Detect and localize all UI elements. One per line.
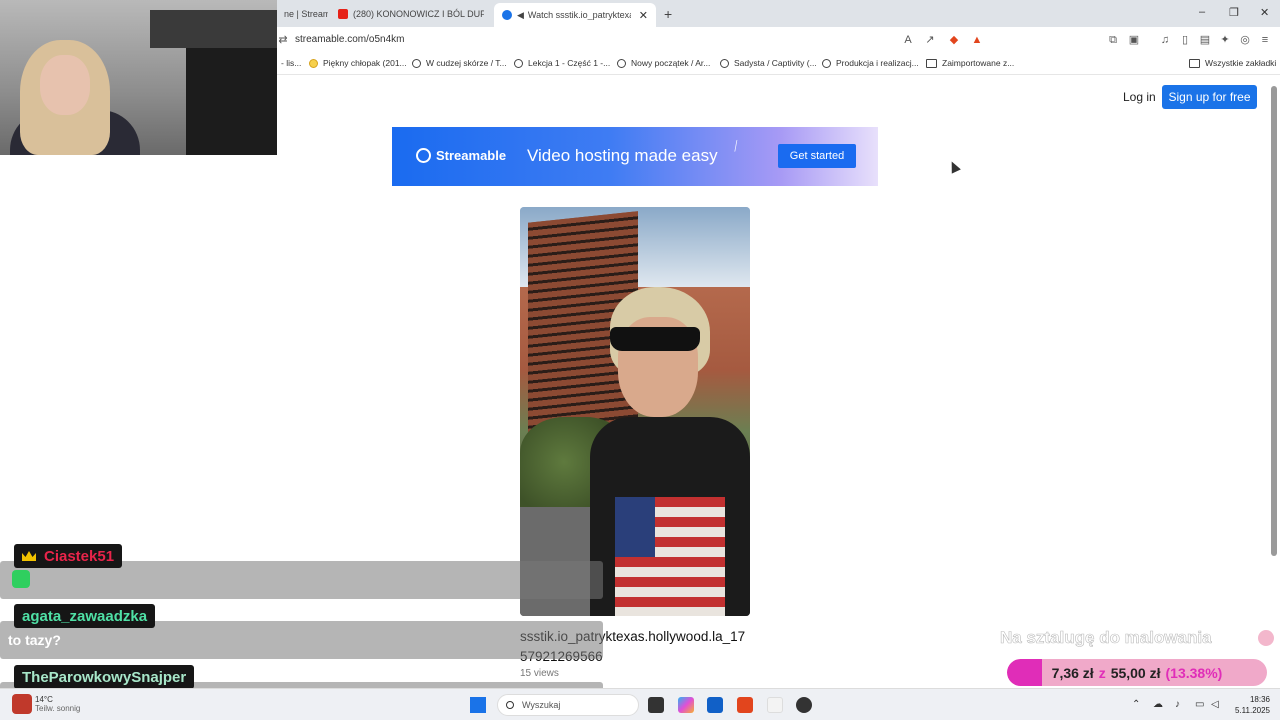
sidebar-icon[interactable]: ▯	[1178, 33, 1192, 47]
donation-progress-label: 7,36 zł z 55,00 zł (13.38%)	[1051, 664, 1223, 681]
wallet-icon[interactable]: ▤	[1198, 33, 1212, 47]
tab-label: Watch ssstik.io_patryktexas.ho	[527, 10, 631, 20]
folder-icon	[1189, 58, 1200, 68]
new-tab-button[interactable]: +	[664, 6, 672, 22]
volume-icon[interactable]: ◁	[1211, 699, 1219, 710]
share-icon[interactable]: ↗	[923, 33, 937, 47]
streamable-logo: Streamable	[416, 148, 506, 163]
windows-start-icon[interactable]	[470, 697, 486, 713]
bookmark-item[interactable]: Produkcja i realizacj...	[822, 58, 919, 68]
bookmark-item[interactable]: - lis...	[281, 58, 301, 68]
login-link[interactable]: Log in	[1123, 90, 1156, 104]
crown-icon	[22, 551, 36, 561]
video-frame-person	[590, 287, 750, 616]
translate-icon[interactable]: A	[901, 33, 915, 47]
microphone-icon[interactable]: ♪	[1175, 699, 1180, 710]
promo-banner[interactable]: Streamable Video hosting made easy ⟋ Get…	[392, 127, 878, 186]
bookmark-item[interactable]: Lekcja 1 - Część 1 -...	[514, 58, 610, 68]
emote-icon	[12, 570, 30, 588]
chevron-up-icon[interactable]: ⌃	[1132, 699, 1140, 710]
bookmark-folder[interactable]: Zaimportowane z...	[926, 58, 1014, 68]
video-views: 15 views	[520, 668, 559, 679]
banner-tagline: Video hosting made easy	[527, 146, 718, 165]
streamable-icon	[502, 10, 512, 20]
site-settings-icon[interactable]: ⇄	[276, 33, 290, 47]
chat-username: Ciastek51	[14, 544, 123, 568]
windows-taskbar: 14°C Teilw. sonnig Wyszukaj ⌃ ☁ ♪ ▭ ◁ 18…	[0, 688, 1280, 720]
donation-progress-bar: 7,36 zł z 55,00 zł (13.38%)	[1007, 659, 1267, 686]
network-icon[interactable]: ▭	[1195, 699, 1204, 710]
obs-icon[interactable]	[796, 697, 812, 713]
speaker-icon: ◀	[517, 9, 524, 20]
palette-icon	[1258, 630, 1274, 646]
youtube-icon	[338, 9, 348, 19]
taskbar-search[interactable]: Wyszukaj	[497, 694, 639, 716]
tab-watch-video[interactable]: ◀ Watch ssstik.io_patryktexas.ho ✕	[494, 3, 656, 27]
bookmark-item[interactable]: Sadysta / Captivity (...	[720, 58, 817, 68]
tab-label: ne | Streama	[284, 9, 328, 19]
extensions-icon[interactable]: ⧉	[1106, 33, 1120, 47]
music-icon[interactable]: ♫	[1158, 33, 1172, 47]
video-player[interactable]	[520, 207, 750, 616]
webcam-overlay	[0, 0, 277, 155]
weather-widget[interactable]: 14°C Teilw. sonnig	[12, 694, 80, 714]
folder-icon	[926, 58, 937, 68]
store-icon[interactable]	[707, 697, 723, 713]
chat-username: TheParowkowySnajper	[14, 665, 195, 689]
tab-youtube[interactable]: (280) KONONOWICZ I BÓL DUPY O P	[338, 4, 484, 24]
chat-username: agata_zawaadzka	[14, 604, 156, 628]
ai-icon[interactable]: ✦	[1218, 33, 1232, 47]
file-explorer-icon[interactable]	[648, 697, 664, 713]
minimize-button[interactable]: –	[1199, 6, 1205, 18]
vpn-icon[interactable]: ◎	[1238, 33, 1252, 47]
signup-button[interactable]: Sign up for free	[1162, 85, 1257, 109]
cloud-icon[interactable]: ☁	[1153, 699, 1163, 710]
address-bar[interactable]: streamable.com/o5n4km	[295, 34, 405, 45]
maximize-button[interactable]: ❐	[1229, 6, 1239, 19]
globe-icon	[720, 58, 729, 68]
get-started-button[interactable]: Get started	[778, 144, 856, 168]
globe-icon	[822, 58, 831, 68]
streamable-logo-icon	[416, 148, 431, 163]
mouse-cursor-icon	[947, 159, 961, 174]
brave-icon[interactable]	[737, 697, 753, 713]
globe-icon	[412, 58, 421, 68]
bookmark-item[interactable]: W cudzej skórze / T...	[412, 58, 507, 68]
donation-goal-title: Na sztalugę do malowania	[1000, 628, 1212, 648]
copilot-icon[interactable]	[678, 697, 694, 713]
window-close-button[interactable]: ✕	[1260, 6, 1269, 19]
emoji-icon	[309, 58, 318, 68]
bookmark-item[interactable]: Nowy początek / Ar...	[617, 58, 710, 68]
close-icon[interactable]: ✕	[639, 9, 648, 22]
globe-icon	[617, 58, 626, 68]
weather-icon	[12, 694, 32, 714]
sparkle-icon: ⟋	[728, 137, 744, 155]
search-icon	[506, 701, 514, 709]
all-bookmarks-folder[interactable]: Wszystkie zakładki	[1189, 58, 1276, 68]
reader-icon[interactable]: ▣	[1127, 33, 1141, 47]
menu-icon[interactable]: ≡	[1258, 33, 1272, 47]
brave-rewards-icon[interactable]: ▲	[970, 33, 984, 47]
tab-label: (280) KONONOWICZ I BÓL DUPY O P	[353, 9, 484, 19]
app-icon[interactable]	[767, 697, 783, 713]
bookmark-item[interactable]: Piękny chłopak (201...	[309, 58, 407, 68]
globe-icon	[514, 58, 523, 68]
chat-message: to tazy?	[8, 632, 61, 648]
tab-streamable[interactable]: ne | Streama	[284, 4, 328, 24]
system-clock[interactable]: 18:36 5.11.2025	[1234, 694, 1270, 716]
brave-shield-icon[interactable]: ◆	[947, 33, 961, 47]
page-scrollbar[interactable]	[1271, 86, 1277, 556]
